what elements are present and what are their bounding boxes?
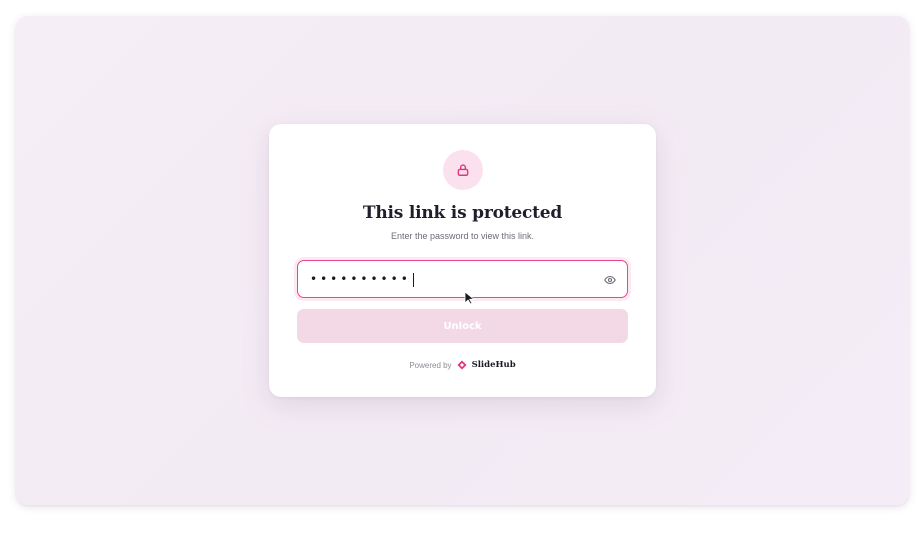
slidehub-logo-icon[interactable]: [457, 360, 467, 370]
eye-icon[interactable]: [604, 274, 616, 286]
brand-name[interactable]: SlideHub: [472, 360, 516, 370]
unlock-button[interactable]: Unlock: [297, 309, 628, 343]
password-input[interactable]: ••••••••••: [297, 260, 628, 298]
page-subtitle: Enter the password to view this link.: [390, 231, 535, 241]
lock-badge: [443, 150, 483, 190]
text-caret: [412, 272, 414, 287]
powered-by: Powered by SlideHub: [269, 360, 656, 370]
powered-by-label: Powered by: [409, 360, 452, 370]
page-title: This link is protected: [362, 203, 563, 223]
mouse-pointer-icon: [464, 291, 475, 305]
lock-icon: [457, 164, 469, 176]
password-card: This link is protected Enter the passwor…: [269, 124, 656, 397]
password-value: ••••••••••: [310, 272, 414, 287]
